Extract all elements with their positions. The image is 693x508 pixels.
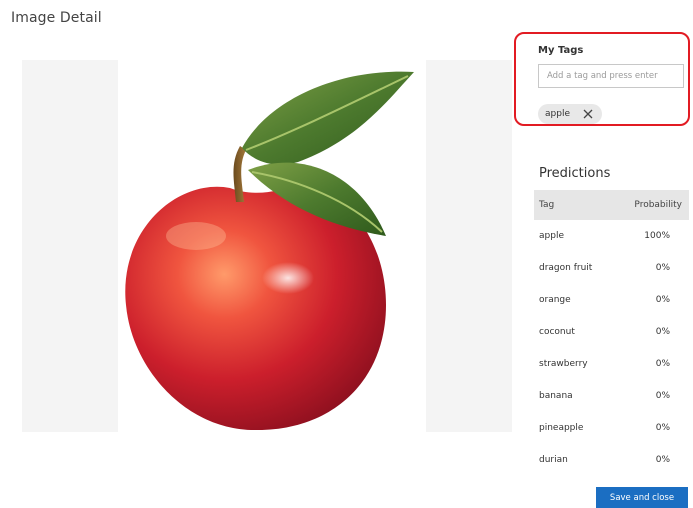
apple-image bbox=[118, 60, 426, 432]
table-row: dragon fruit 0% bbox=[534, 252, 689, 284]
prediction-probability: 0% bbox=[655, 327, 670, 337]
prediction-probability: 0% bbox=[655, 391, 670, 401]
predictions-heading: Predictions bbox=[539, 166, 611, 181]
table-row: durian 0% bbox=[534, 444, 689, 476]
prediction-probability: 0% bbox=[655, 423, 670, 433]
image-preview-panel bbox=[22, 60, 512, 432]
tag-chip-apple: apple bbox=[538, 104, 602, 124]
predictions-table: Tag Probability apple 100% dragon fruit … bbox=[534, 190, 689, 476]
my-tags-heading: My Tags bbox=[538, 45, 584, 56]
prediction-tag: pineapple bbox=[539, 423, 584, 433]
tag-chip-label: apple bbox=[545, 109, 570, 119]
prediction-tag: dragon fruit bbox=[539, 263, 593, 273]
prediction-probability: 0% bbox=[655, 295, 670, 305]
column-header-tag: Tag bbox=[539, 200, 555, 210]
prediction-tag: strawberry bbox=[539, 359, 588, 369]
close-icon[interactable] bbox=[582, 108, 594, 120]
table-row: orange 0% bbox=[534, 284, 689, 316]
table-row: pineapple 0% bbox=[534, 412, 689, 444]
prediction-probability: 100% bbox=[644, 231, 670, 241]
prediction-probability: 0% bbox=[655, 455, 670, 465]
prediction-probability: 0% bbox=[655, 263, 670, 273]
prediction-probability: 0% bbox=[655, 359, 670, 369]
prediction-tag: coconut bbox=[539, 327, 575, 337]
prediction-tag: apple bbox=[539, 231, 564, 241]
prediction-tag: banana bbox=[539, 391, 573, 401]
table-row: apple 100% bbox=[534, 220, 689, 252]
save-and-close-button[interactable]: Save and close bbox=[596, 487, 688, 508]
prediction-tag: orange bbox=[539, 295, 571, 305]
table-row: coconut 0% bbox=[534, 316, 689, 348]
page-title: Image Detail bbox=[11, 10, 102, 26]
table-row: strawberry 0% bbox=[534, 348, 689, 380]
add-tag-input[interactable] bbox=[538, 64, 684, 88]
column-header-probability: Probability bbox=[634, 200, 682, 210]
prediction-tag: durian bbox=[539, 455, 568, 465]
table-row: banana 0% bbox=[534, 380, 689, 412]
predictions-header-row: Tag Probability bbox=[534, 190, 689, 220]
